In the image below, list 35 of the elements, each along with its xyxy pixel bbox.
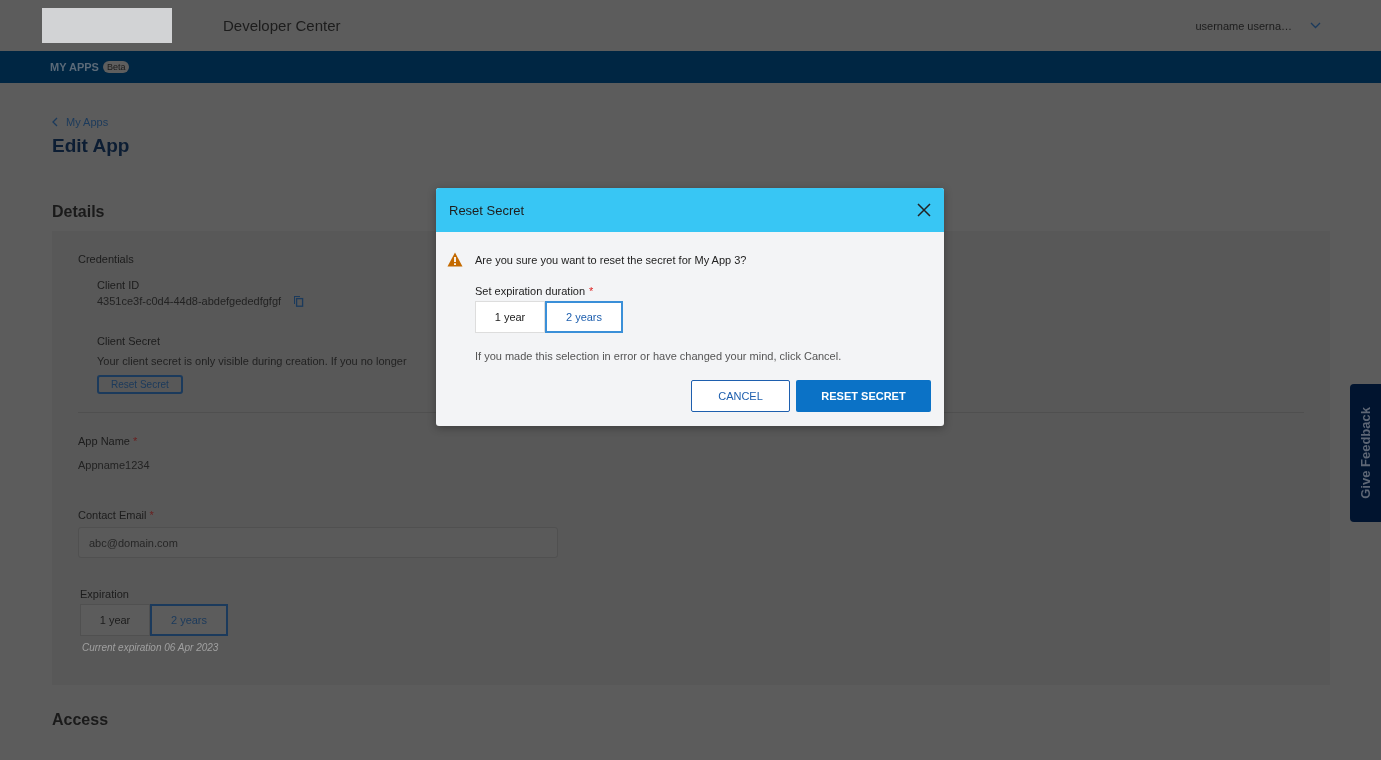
field-label: Expiration xyxy=(80,588,129,600)
reset-secret-button[interactable]: Reset Secret xyxy=(97,375,183,394)
duration-option[interactable]: 2 years xyxy=(150,604,228,636)
required-mark: * xyxy=(133,435,138,447)
user-menu[interactable]: username userna… xyxy=(1195,19,1321,32)
dialog-title: Reset Secret xyxy=(449,202,525,218)
chevron-left-icon xyxy=(52,117,58,127)
field-label: Set expiration duration xyxy=(475,285,586,297)
duration-option[interactable]: 2 years xyxy=(545,301,623,333)
warning-icon xyxy=(447,252,463,267)
beta-badge: Beta xyxy=(102,61,130,73)
group-label: Credentials xyxy=(78,253,134,265)
dialog-message: Are you sure you want to reset the secret for My App 3? xyxy=(475,253,747,266)
required-mark: * xyxy=(589,285,594,297)
required-mark: * xyxy=(149,509,154,521)
dialog-note: If you made this selection in error or have changed your mind, click Cancel. xyxy=(475,350,842,362)
reset-secret-button[interactable]: RESET SECRET xyxy=(796,380,931,412)
page-title: Edit App xyxy=(52,135,130,157)
chevron-icon xyxy=(1310,22,1321,29)
field-label: Contact Email xyxy=(78,509,147,521)
field-label: Client ID xyxy=(97,279,140,291)
duration-option[interactable]: 1 year xyxy=(475,301,545,333)
field-label: App Name xyxy=(78,435,130,447)
close-button[interactable] xyxy=(917,203,931,217)
field-label: Client Secret xyxy=(97,335,160,347)
feedback-tab[interactable]: Give Feedback xyxy=(1350,384,1381,522)
section-heading: Access xyxy=(52,711,109,729)
expiration-hint: Current expiration 06 Apr 2023 xyxy=(82,642,219,653)
nav-item[interactable]: MY APPS xyxy=(50,61,99,73)
back-link[interactable]: My Apps xyxy=(52,116,109,128)
close-icon xyxy=(917,203,931,217)
section-heading: Details xyxy=(52,203,105,221)
cancel-button[interactable]: CANCEL xyxy=(691,380,790,412)
site-title: Developer Center xyxy=(223,17,342,34)
duration-option[interactable]: 1 year xyxy=(80,604,150,636)
